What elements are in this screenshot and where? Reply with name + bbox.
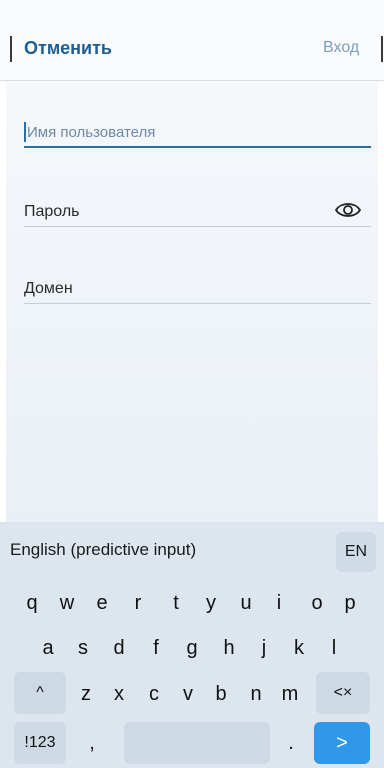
domain-field[interactable]: Домен [24, 275, 371, 304]
keyboard-title: English (predictive input) [10, 540, 197, 559]
key-f[interactable]: f [140, 628, 172, 668]
header-divider-right [381, 36, 383, 62]
header-divider-left [10, 36, 12, 62]
key-a[interactable]: a [32, 628, 64, 668]
key-c[interactable]: c [138, 674, 170, 714]
username-field[interactable]: Имя пользователя [24, 118, 371, 148]
login-button[interactable]: Вход [323, 39, 359, 57]
key-w[interactable]: w [51, 583, 83, 623]
key-i[interactable]: i [263, 583, 295, 623]
keyboard: English (predictive input) EN q w e r t … [0, 522, 384, 768]
key-b[interactable]: b [205, 674, 237, 714]
key-row-1: q w e r t y u i o p [0, 583, 384, 623]
key-y[interactable]: y [195, 583, 227, 623]
backspace-key[interactable]: <× [316, 672, 370, 714]
key-s[interactable]: s [67, 628, 99, 668]
key-t[interactable]: t [160, 583, 192, 623]
header-bar: Отменить Вход [0, 0, 384, 81]
key-row-2: a s d f g h j k l [0, 628, 384, 668]
key-p[interactable]: p [334, 583, 366, 623]
key-row-3: ^ z x c v b n m <× [0, 672, 384, 714]
key-j[interactable]: j [248, 628, 280, 668]
keyboard-suggestion-bar: English (predictive input) EN [0, 522, 384, 580]
enter-key[interactable]: > [314, 722, 370, 764]
cancel-button[interactable]: Отменить [24, 38, 112, 59]
key-m[interactable]: m [274, 674, 306, 714]
key-n[interactable]: n [240, 674, 272, 714]
password-placeholder: Пароль [24, 203, 80, 220]
key-g[interactable]: g [176, 628, 208, 668]
text-caret [24, 122, 26, 142]
key-r[interactable]: r [122, 583, 154, 623]
key-u[interactable]: u [230, 583, 262, 623]
comma-key[interactable]: , [72, 722, 112, 764]
key-k[interactable]: k [283, 628, 315, 668]
key-row-4: !123 , . > [0, 722, 384, 764]
shift-key[interactable]: ^ [14, 672, 66, 714]
key-x[interactable]: x [103, 674, 135, 714]
numbers-key[interactable]: !123 [14, 722, 66, 764]
key-q[interactable]: q [16, 583, 48, 623]
key-h[interactable]: h [213, 628, 245, 668]
username-placeholder: Имя пользователя [27, 124, 156, 141]
period-key[interactable]: . [276, 722, 306, 764]
domain-placeholder: Домен [24, 280, 73, 297]
eye-icon[interactable] [334, 198, 362, 222]
key-d[interactable]: d [103, 628, 135, 668]
key-v[interactable]: v [172, 674, 204, 714]
password-field[interactable]: Пароль [24, 198, 371, 227]
key-o[interactable]: o [301, 583, 333, 623]
key-z[interactable]: z [70, 674, 102, 714]
language-switch-button[interactable]: EN [336, 532, 376, 572]
space-key[interactable] [124, 722, 270, 764]
key-l[interactable]: l [318, 628, 350, 668]
key-e[interactable]: e [86, 583, 118, 623]
